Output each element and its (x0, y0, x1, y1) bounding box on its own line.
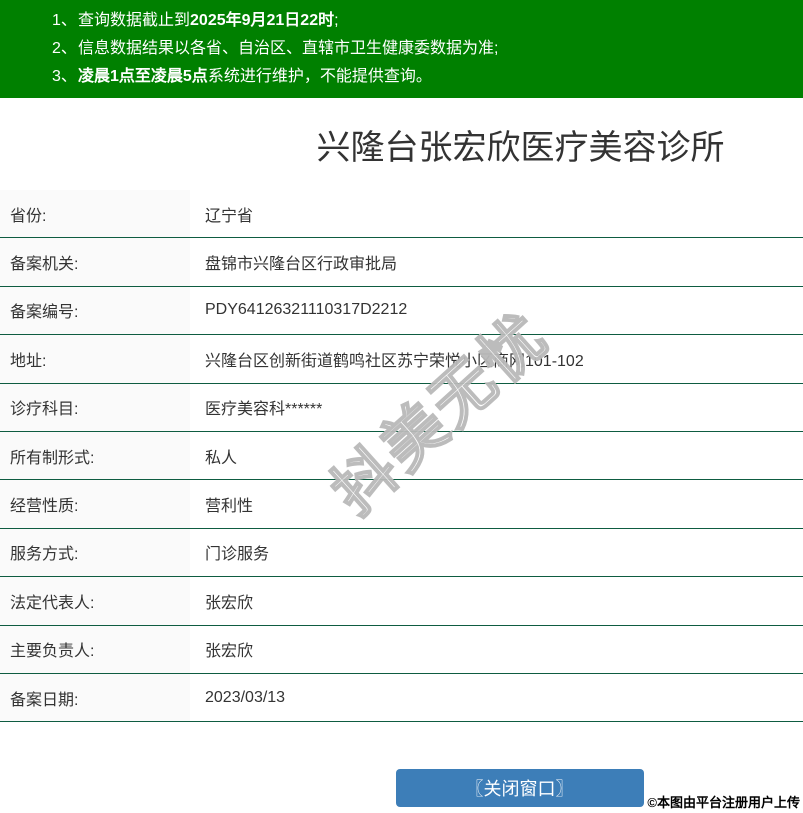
notice-banner: 1、 查询数据截止到2025年9月21日22时; 2、 信息数据结果以各省、自治… (0, 0, 803, 98)
close-window-button[interactable]: 〖关闭窗口〗 (395, 769, 644, 808)
row-value: 医疗美容科****** (205, 401, 323, 419)
notice-text: 查询数据截止到2025年9月21日22时; (78, 12, 339, 29)
title-area: 兴隆台张宏欣医疗美容诊所 (0, 128, 803, 168)
table-row: 省份: 辽宁省 (0, 190, 803, 239)
record-table: 省份: 辽宁省 备案机关: 盘锦市兴隆台区行政审批局 备案编号: PDY6412… (0, 190, 803, 723)
table-row: 备案机关: 盘锦市兴隆台区行政审批局 (0, 238, 803, 287)
table-row: 主要负责人: 张宏欣 (0, 625, 803, 674)
table-row: 经营性质: 营利性 (0, 480, 803, 529)
row-value: 营利性 (205, 498, 254, 516)
notice-text: 信息数据结果以各省、自治区、直辖市卫生健康委数据为准; (78, 40, 499, 57)
row-value: 张宏欣 (205, 643, 254, 661)
row-label: 备案日期: (0, 673, 190, 722)
row-label: 省份: (0, 190, 190, 238)
row-label: 诊疗科目: (0, 383, 190, 431)
copyright-credit: ©本图由平台注册用户上传 (647, 795, 800, 810)
row-value: 2023/03/13 (205, 688, 286, 706)
row-value: 盘锦市兴隆台区行政审批局 (205, 256, 398, 274)
row-label: 所有制形式: (0, 431, 190, 480)
row-label: 地址: (0, 335, 190, 383)
row-label: 经营性质: (0, 480, 190, 528)
row-value: 门诊服务 (205, 546, 270, 564)
notice-item: 2、 信息数据结果以各省、自治区、直辖市卫生健康委数据为准; (0, 35, 803, 63)
row-label: 主要负责人: (0, 625, 190, 673)
row-label: 备案编号: (0, 286, 190, 335)
notice-item: 1、 查询数据截止到2025年9月21日22时; (0, 7, 803, 35)
table-row: 服务方式: 门诊服务 (0, 528, 803, 578)
notice-item: 3、 凌晨1点至凌晨5点系统进行维护，不能提供查询。 (0, 63, 803, 91)
row-label: 服务方式: (0, 528, 190, 577)
row-label: 法定代表人: (0, 577, 190, 625)
row-value: 辽宁省 (205, 207, 254, 225)
notice-number: 2、 (52, 40, 77, 57)
row-value: PDY64126321110317D2212 (205, 301, 408, 319)
table-row: 地址: 兴隆台区创新街道鹤鸣社区苏宁荣悦小区商网101-102 (0, 335, 803, 384)
row-label: 备案机关: (0, 238, 190, 286)
row-value: 张宏欣 (205, 594, 254, 612)
notice-text: 凌晨1点至凌晨5点系统进行维护，不能提供查询。 (78, 68, 432, 85)
notice-number: 1、 (52, 12, 77, 29)
table-row: 法定代表人: 张宏欣 (0, 577, 803, 626)
table-row: 备案日期: 2023/03/13 (0, 673, 803, 723)
table-row: 备案编号: PDY64126321110317D2212 (0, 286, 803, 336)
table-row: 所有制形式: 私人 (0, 431, 803, 481)
table-row: 诊疗科目: 医疗美容科****** (0, 383, 803, 432)
row-value: 私人 (205, 449, 238, 467)
row-value: 兴隆台区创新街道鹤鸣社区苏宁荣悦小区商网101-102 (205, 352, 584, 370)
notice-number: 3、 (52, 68, 77, 85)
query-result-page: 1、 查询数据截止到2025年9月21日22时; 2、 信息数据结果以各省、自治… (0, 0, 803, 813)
page-title: 兴隆台张宏欣医疗美容诊所 (316, 129, 725, 167)
